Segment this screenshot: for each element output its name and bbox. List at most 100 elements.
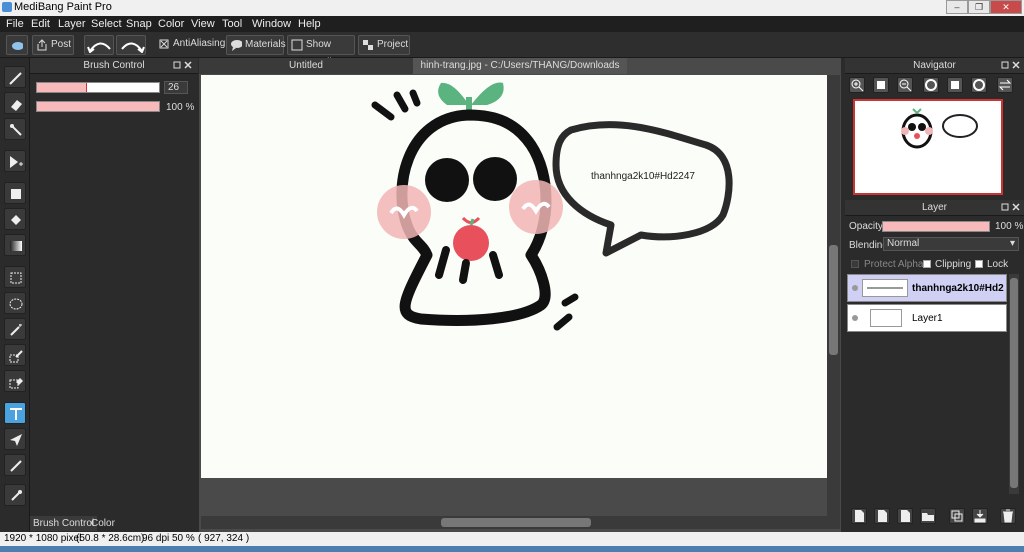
project-button[interactable]: Project xyxy=(358,35,410,55)
gradation-icon xyxy=(10,241,22,251)
post-button[interactable]: Post xyxy=(32,35,74,55)
rotate-reset-button[interactable] xyxy=(947,77,963,93)
new-halftone-layer-button[interactable] xyxy=(874,508,890,524)
lock-label: Lock xyxy=(987,259,1009,270)
speech-bubble-icon xyxy=(231,40,242,51)
cloud-button[interactable] xyxy=(6,35,28,55)
move-tool[interactable] xyxy=(4,150,26,172)
dropper-pen-tool[interactable] xyxy=(4,118,26,140)
select-rect-tool[interactable] xyxy=(4,266,26,288)
brush-size-slider[interactable] xyxy=(36,82,160,93)
new-layer-button[interactable] xyxy=(851,508,867,524)
status-cm-size: (50.8 * 28.6cm) xyxy=(76,533,145,544)
left-bottom-tabs: Brush Control Color xyxy=(30,514,198,532)
sprout-leaf-right xyxy=(471,82,504,105)
bucket-tool[interactable] xyxy=(4,208,26,230)
new-folder-button[interactable] xyxy=(920,508,936,524)
fill-rect-icon xyxy=(11,189,21,199)
motion-mark xyxy=(409,89,421,107)
brush-tool[interactable] xyxy=(4,66,26,88)
flip-button[interactable] xyxy=(997,77,1013,93)
tab-color[interactable]: Color xyxy=(88,516,118,531)
layer-scroll-thumb[interactable] xyxy=(1010,278,1018,488)
drawing-canvas[interactable]: thanhnga2k10#Hd2247 xyxy=(201,75,827,478)
divide-tool[interactable] xyxy=(4,454,26,476)
select-pen-tool[interactable] xyxy=(4,344,26,366)
menu-window[interactable]: Window xyxy=(252,18,291,30)
rotate-right-button[interactable] xyxy=(971,77,987,93)
project-icon xyxy=(363,40,373,50)
menu-tool[interactable]: Tool xyxy=(222,18,242,30)
duplicate-layer-button[interactable] xyxy=(949,508,965,524)
magic-wand-icon xyxy=(10,324,22,336)
magic-wand-tool[interactable] xyxy=(4,318,26,340)
menu-view[interactable]: View xyxy=(191,18,215,30)
menu-file[interactable]: File xyxy=(6,18,24,30)
antialiasing-icon xyxy=(159,39,169,49)
blending-select[interactable]: Normal ▾ xyxy=(883,237,1019,251)
materials-button[interactable]: Materials xyxy=(226,35,286,55)
layer-opacity-slider[interactable] xyxy=(882,221,990,232)
horizontal-scrollbar[interactable] xyxy=(201,516,840,529)
layer-float-close-icon[interactable] xyxy=(1001,203,1021,213)
menu-help[interactable]: Help xyxy=(298,18,321,30)
menu-select[interactable]: Select xyxy=(91,18,122,30)
navigator-float-close-icon[interactable] xyxy=(1001,61,1021,71)
show-detail-button[interactable]: Show Detail xyxy=(287,35,355,68)
eyedropper-icon xyxy=(11,490,22,501)
rotate-right-icon xyxy=(973,79,985,91)
layer-row[interactable]: Layer1 xyxy=(847,304,1007,332)
select-eraser-tool[interactable] xyxy=(4,370,26,392)
app-title: MediBang Paint Pro xyxy=(14,1,112,13)
operation-tool[interactable] xyxy=(4,428,26,450)
navigator-preview[interactable] xyxy=(853,99,1003,195)
eye-icon[interactable] xyxy=(851,314,859,322)
merge-down-button[interactable] xyxy=(972,508,988,524)
eyedropper-tool[interactable] xyxy=(4,484,26,506)
zoom-out-button[interactable] xyxy=(897,77,913,93)
eraser-tool[interactable] xyxy=(4,92,26,114)
clipping-checkbox[interactable] xyxy=(923,260,931,268)
delete-layer-button[interactable] xyxy=(1000,508,1016,524)
layer-scrollbar[interactable] xyxy=(1009,274,1019,494)
rotate-left-button[interactable] xyxy=(923,77,939,93)
close-button[interactable]: ✕ xyxy=(990,0,1022,14)
merge-down-icon xyxy=(974,510,986,523)
brush-size-value[interactable]: 26 xyxy=(164,81,188,94)
tab-untitled[interactable]: Untitled xyxy=(199,58,413,74)
antialiasing-toggle[interactable]: AntiAliasing xyxy=(155,35,225,55)
text-tool[interactable] xyxy=(4,402,26,424)
menu-color[interactable]: Color xyxy=(158,18,184,30)
brush-opacity-slider[interactable] xyxy=(36,101,160,112)
menu-bar: File Edit Layer Select Snap Color View T… xyxy=(0,16,1024,32)
undo-button[interactable] xyxy=(84,35,114,55)
gradation-tool[interactable] xyxy=(4,234,26,256)
zoom-in-button[interactable] xyxy=(849,77,865,93)
redo-button[interactable] xyxy=(116,35,146,55)
lasso-tool[interactable] xyxy=(4,292,26,314)
layer-row[interactable]: thanhnga2k10#Hd2 xyxy=(847,274,1007,302)
vertical-scrollbar[interactable] xyxy=(827,75,840,516)
lasso-icon xyxy=(9,298,23,310)
minimize-button[interactable]: – xyxy=(946,0,968,14)
maximize-button[interactable]: ❐ xyxy=(968,0,990,14)
rotate-left-icon xyxy=(925,79,937,91)
eye-icon[interactable] xyxy=(851,284,859,292)
lock-checkbox[interactable] xyxy=(975,260,983,268)
new-1bit-layer-button[interactable] xyxy=(897,508,913,524)
fill-rect-tool[interactable] xyxy=(4,182,26,204)
dropper-pen-icon xyxy=(10,124,22,136)
menu-layer[interactable]: Layer xyxy=(58,18,86,30)
panel-float-close-icon[interactable] xyxy=(173,61,193,71)
antialiasing-label: AntiAliasing xyxy=(173,38,226,49)
tab-hinh-trang[interactable]: hinh-trang.jpg - C:/Users/THANG/Download… xyxy=(413,58,627,74)
page-icon xyxy=(901,510,910,522)
vertical-scroll-thumb[interactable] xyxy=(829,245,838,355)
layer-name: Layer1 xyxy=(912,313,943,324)
menu-edit[interactable]: Edit xyxy=(31,18,50,30)
menu-snap[interactable]: Snap xyxy=(126,18,152,30)
fit-button[interactable] xyxy=(873,77,889,93)
protect-alpha-checkbox[interactable] xyxy=(851,260,859,268)
horizontal-scroll-thumb[interactable] xyxy=(441,518,591,527)
app-icon xyxy=(2,2,12,12)
